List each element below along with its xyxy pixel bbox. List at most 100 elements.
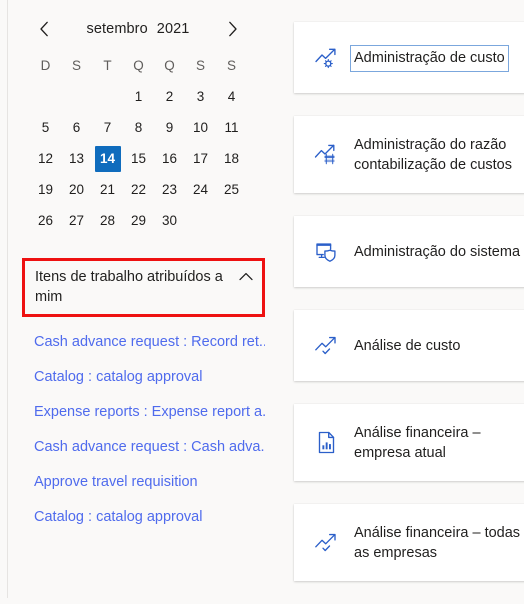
calendar-day[interactable]: 19 bbox=[30, 174, 61, 205]
calendar-day[interactable]: 24 bbox=[185, 174, 216, 205]
calendar-day-number: 17 bbox=[192, 151, 209, 166]
navigation-tile-label[interactable]: Análise financeira – empresa atual bbox=[354, 423, 481, 463]
calendar-day[interactable]: 17 bbox=[185, 143, 216, 174]
calendar-day[interactable]: 23 bbox=[154, 174, 185, 205]
calendar-day[interactable]: 7 bbox=[92, 112, 123, 143]
assigned-work-items-section: Itens de trabalho atribuídos a mim Cash … bbox=[22, 258, 265, 535]
calendar-day[interactable]: 11 bbox=[216, 112, 247, 143]
calendar-empty-cell bbox=[61, 81, 92, 112]
calendar-day[interactable]: 30 bbox=[154, 205, 185, 236]
calendar-day-number: 4 bbox=[227, 89, 236, 104]
calendar-day[interactable]: 2 bbox=[154, 81, 185, 112]
calendar-day-number: 22 bbox=[130, 182, 147, 197]
calendar-day-number: 10 bbox=[192, 120, 209, 135]
calendar-month-label: setembro bbox=[86, 21, 148, 37]
left-pane: setembro 2021 D S T Q Q S S 1 2 3 4 5 6 7 8 9 10 11 12 13 14… bbox=[0, 0, 280, 598]
monitor-shield-icon bbox=[312, 238, 340, 266]
trend-check-icon bbox=[312, 529, 340, 557]
date-picker-calendar: setembro 2021 D S T Q Q S S 1 2 3 4 5 6 7 8 9 10 11 12 13 14… bbox=[30, 14, 246, 236]
calendar-day-number: 11 bbox=[224, 120, 239, 135]
calendar-day[interactable]: 28 bbox=[92, 205, 123, 236]
calendar-day[interactable]: 18 bbox=[216, 143, 247, 174]
navigation-tile-label[interactable]: Administração de custo bbox=[350, 44, 509, 72]
calendar-day-number: 13 bbox=[68, 151, 85, 166]
calendar-day-number: 30 bbox=[161, 213, 178, 228]
work-item-link[interactable]: Catalog : catalog approval bbox=[34, 360, 265, 395]
calendar-day[interactable]: 25 bbox=[216, 174, 247, 205]
navigation-tile-label[interactable]: Administração do sistema bbox=[354, 242, 520, 262]
calendar-day[interactable]: 10 bbox=[185, 112, 216, 143]
work-item-link[interactable]: Expense reports : Expense report a... bbox=[34, 395, 265, 430]
calendar-day-number: 29 bbox=[130, 213, 147, 228]
chevron-right-icon bbox=[227, 21, 238, 37]
calendar-weekday-header: Q bbox=[164, 58, 175, 73]
calendar-day-number: 12 bbox=[37, 151, 54, 166]
chevron-left-icon bbox=[39, 21, 50, 37]
calendar-day-number: 8 bbox=[134, 120, 143, 135]
collapse-section-button[interactable] bbox=[238, 267, 254, 287]
calendar-day-number: 19 bbox=[37, 182, 54, 197]
calendar-weekday-header: S bbox=[226, 58, 236, 73]
work-item-link[interactable]: Catalog : catalog approval bbox=[34, 500, 265, 535]
navigation-tile[interactable]: Administração de custo bbox=[294, 22, 524, 93]
calendar-grid: D S T Q Q S S 1 2 3 4 5 6 7 8 9 10 11 12 13 14 15 16 17 18 19 20 21… bbox=[30, 50, 246, 236]
calendar-day[interactable]: 4 bbox=[216, 81, 247, 112]
calendar-year-label: 2021 bbox=[156, 21, 190, 37]
calendar-weekday-header: T bbox=[103, 58, 112, 73]
calendar-day[interactable]: 15 bbox=[123, 143, 154, 174]
navigation-tile[interactable]: Administração do sistema bbox=[294, 216, 524, 287]
calendar-day-number: 5 bbox=[41, 120, 50, 135]
navigation-tile-label[interactable]: Administração do razão contabilização de… bbox=[354, 135, 512, 175]
calendar-day-number: 7 bbox=[103, 120, 112, 135]
calendar-day[interactable]: 22 bbox=[123, 174, 154, 205]
calendar-day[interactable]: 29 bbox=[123, 205, 154, 236]
calendar-day[interactable]: 27 bbox=[61, 205, 92, 236]
calendar-day[interactable]: 1 bbox=[123, 81, 154, 112]
work-item-link[interactable]: Cash advance request : Cash adva... bbox=[34, 430, 265, 465]
calendar-day[interactable]: 3 bbox=[185, 81, 216, 112]
trend-ledger-icon bbox=[312, 141, 340, 169]
previous-month-button[interactable] bbox=[30, 15, 58, 43]
calendar-day[interactable]: 5 bbox=[30, 112, 61, 143]
document-chart-icon bbox=[312, 429, 340, 457]
assigned-work-items-title[interactable]: Itens de trabalho atribuídos a mim bbox=[35, 267, 238, 307]
calendar-day-number: 23 bbox=[161, 182, 178, 197]
calendar-day[interactable]: 16 bbox=[154, 143, 185, 174]
calendar-day[interactable]: 12 bbox=[30, 143, 61, 174]
navigation-tile[interactable]: Análise financeira – empresa atual bbox=[294, 404, 524, 481]
calendar-day[interactable]: 8 bbox=[123, 112, 154, 143]
calendar-day-number: 25 bbox=[223, 182, 240, 197]
calendar-day-selected[interactable]: 14 bbox=[92, 143, 123, 174]
trend-check-icon bbox=[312, 332, 340, 360]
calendar-day[interactable]: 6 bbox=[61, 112, 92, 143]
navigation-tile[interactable]: Administração do razão contabilização de… bbox=[294, 116, 524, 193]
calendar-month-year-button[interactable]: setembro 2021 bbox=[58, 21, 218, 37]
calendar-empty-cell bbox=[30, 81, 61, 112]
calendar-header: setembro 2021 bbox=[30, 14, 246, 44]
work-item-link[interactable]: Approve travel requisition bbox=[34, 465, 265, 500]
calendar-day-number: 1 bbox=[134, 89, 143, 104]
calendar-day-number: 16 bbox=[161, 151, 178, 166]
navigation-tile[interactable]: Análise financeira – todas as empresas bbox=[294, 504, 524, 581]
calendar-day-number: 27 bbox=[68, 213, 85, 228]
navigation-tile-label[interactable]: Análise de custo bbox=[354, 336, 460, 356]
calendar-day[interactable]: 21 bbox=[92, 174, 123, 205]
navigation-tile-list: Administração de custo Administração do … bbox=[294, 22, 524, 604]
work-item-link[interactable]: Cash advance request : Record ret... bbox=[34, 325, 265, 360]
navigation-tile[interactable]: Análise de custo bbox=[294, 310, 524, 381]
calendar-day[interactable]: 20 bbox=[61, 174, 92, 205]
calendar-empty-cell bbox=[92, 81, 123, 112]
navigation-tile-label[interactable]: Análise financeira – todas as empresas bbox=[354, 523, 520, 563]
assigned-work-items-header-highlight: Itens de trabalho atribuídos a mim bbox=[22, 258, 265, 317]
calendar-day-number: 2 bbox=[165, 89, 174, 104]
calendar-day-number: 3 bbox=[196, 89, 205, 104]
calendar-day-number: 14 bbox=[94, 145, 121, 172]
calendar-day-number: 15 bbox=[130, 151, 147, 166]
calendar-weekday-header: D bbox=[40, 58, 51, 73]
calendar-day[interactable]: 26 bbox=[30, 205, 61, 236]
next-month-button[interactable] bbox=[218, 15, 246, 43]
calendar-day[interactable]: 13 bbox=[61, 143, 92, 174]
calendar-day[interactable]: 9 bbox=[154, 112, 185, 143]
trend-gear-icon bbox=[312, 44, 340, 72]
calendar-day-number: 18 bbox=[223, 151, 240, 166]
